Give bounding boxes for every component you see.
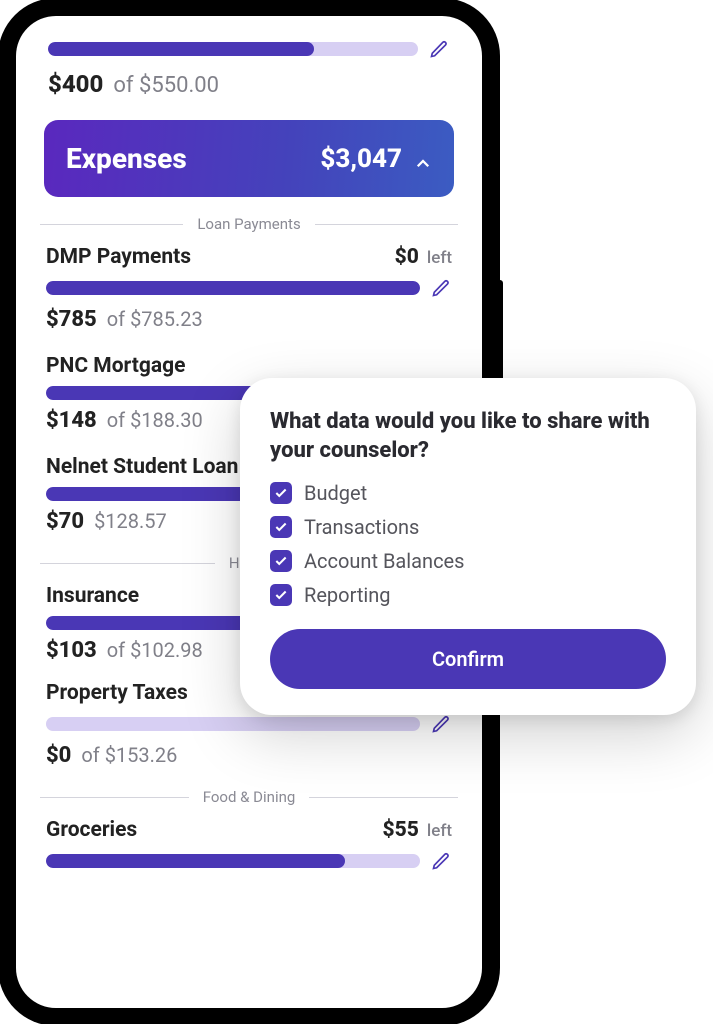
option-budget[interactable]: Budget (270, 481, 666, 505)
expenses-title: Expenses (66, 142, 187, 175)
item-name: Property Taxes (46, 681, 188, 705)
item-paid: $103 (46, 638, 97, 663)
edit-icon[interactable] (430, 713, 452, 735)
option-label: Budget (304, 481, 367, 505)
item-progress-bar (46, 281, 420, 295)
item-paid: $785 (46, 307, 97, 332)
top-amount: $400 (48, 70, 103, 98)
item-progress-bar (46, 717, 420, 731)
option-label: Account Balances (304, 549, 465, 573)
item-left-label: left (427, 248, 452, 268)
edit-icon[interactable] (430, 850, 452, 872)
checkbox-checked-icon[interactable] (270, 584, 292, 606)
modal-title: What data would you like to share with y… (270, 408, 666, 465)
phone-side-button (0, 250, 1, 330)
item-progress-bar (46, 854, 420, 868)
item-total: of $102.98 (107, 638, 203, 662)
item-paid: $70 (46, 509, 84, 534)
checkbox-checked-icon[interactable] (270, 482, 292, 504)
item-paid: $148 (46, 408, 97, 433)
item-total: of $188.30 (107, 408, 203, 432)
expense-item-groceries: Groceries $55 left (32, 812, 466, 874)
option-label: Reporting (304, 583, 391, 607)
checkbox-checked-icon[interactable] (270, 550, 292, 572)
section-food: Food & Dining (203, 788, 296, 806)
section-loan-payments: Loan Payments (197, 215, 300, 233)
item-left-label: left (427, 821, 452, 841)
option-transactions[interactable]: Transactions (270, 515, 666, 539)
item-value: $55 (383, 818, 419, 842)
item-total: of $153.26 (81, 743, 177, 767)
option-account-balances[interactable]: Account Balances (270, 549, 666, 573)
confirm-button[interactable]: Confirm (270, 629, 666, 689)
expenses-header[interactable]: Expenses $3,047 (44, 120, 454, 197)
item-name: PNC Mortgage (46, 354, 185, 378)
item-total: of $785.23 (107, 307, 203, 331)
top-budget-card: $400 of $550.00 (32, 26, 466, 114)
option-label: Transactions (304, 515, 419, 539)
expense-item-dmp: DMP Payments $0 left $785 of $785.23 (32, 239, 466, 334)
phone-side-button (0, 350, 1, 430)
option-reporting[interactable]: Reporting (270, 583, 666, 607)
expenses-total: $3,047 (320, 144, 402, 174)
edit-icon[interactable] (430, 277, 452, 299)
item-name: Insurance (46, 584, 139, 608)
item-value: $0 (395, 245, 419, 269)
item-paid: $0 (46, 743, 71, 768)
item-name: DMP Payments (46, 245, 191, 269)
item-name: Groceries (46, 818, 137, 842)
top-total: of $550.00 (113, 73, 219, 98)
checkbox-checked-icon[interactable] (270, 516, 292, 538)
section-divider: Food & Dining (40, 788, 458, 806)
chevron-up-icon (414, 150, 432, 168)
top-progress-bar (48, 42, 418, 56)
share-data-modal: What data would you like to share with y… (240, 378, 696, 715)
section-divider: Loan Payments (40, 215, 458, 233)
item-name: Nelnet Student Loan (46, 455, 238, 479)
edit-icon[interactable] (428, 38, 450, 60)
item-total: $128.57 (94, 509, 167, 533)
phone-side-button (0, 180, 1, 226)
